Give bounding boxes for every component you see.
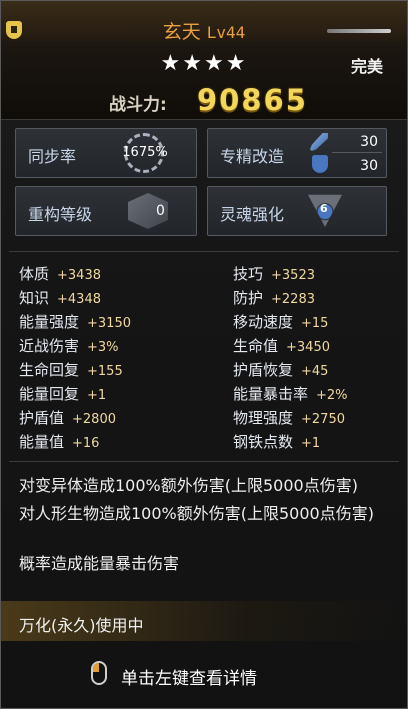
attr-item: 生命值 +3450: [233, 335, 330, 356]
attr-item: 能量强度 +3150: [19, 311, 131, 332]
sync-rate-value: 1675%: [122, 145, 168, 160]
attr-name: 能量强度: [19, 313, 80, 331]
rebuild-label: 重构等级: [28, 205, 93, 224]
attr-value: +3150: [87, 316, 131, 331]
attr-name: 生命值: [233, 337, 279, 355]
shield-icon: [312, 155, 328, 173]
attr-value: +4348: [57, 292, 101, 307]
attr-value: +2283: [271, 292, 315, 307]
item-tooltip: 玄天 Lv44 ★★★★ 完美 战斗力: 90865 同步率 1675% 专精改造…: [0, 0, 408, 709]
attr-item: 技巧 +3523: [233, 263, 315, 284]
attr-value: +3450: [286, 340, 330, 355]
status-bar: 万化(永久)使用中: [1, 601, 407, 641]
attr-item: 生命回复 +155: [19, 359, 123, 380]
attr-item: 移动速度 +15: [233, 311, 328, 332]
enhance-shield-value: 30: [360, 158, 378, 174]
attr-item: 近战伤害 +3%: [19, 335, 119, 356]
soul-box: 灵魂强化 6: [207, 186, 387, 236]
power-value: 90865: [197, 83, 308, 117]
attr-name: 护盾恢复: [233, 361, 294, 379]
attr-name: 生命回复: [19, 361, 80, 379]
attr-name: 能量回复: [19, 385, 80, 403]
item-level: Lv44: [206, 23, 246, 42]
attr-name: 知识: [19, 289, 50, 307]
attr-value: +16: [72, 436, 100, 451]
tooltip-header: 玄天 Lv44 ★★★★ 完美 战斗力: 90865: [1, 1, 407, 120]
attr-name: 近战伤害: [19, 337, 80, 355]
attr-item: 防护 +2283: [233, 287, 315, 308]
divider: [9, 251, 399, 252]
attr-value: +15: [301, 316, 329, 331]
attr-item: 能量回复 +1: [19, 383, 106, 404]
attr-value: +1: [301, 436, 321, 451]
attr-item: 护盾恢复 +45: [233, 359, 328, 380]
effect-text: 对人形生物造成100%额外伤害(上限5000点伤害): [19, 504, 374, 523]
attr-value: +2%: [316, 388, 348, 403]
attr-value: +2750: [301, 412, 345, 427]
details-hint: 单击左键查看详情: [121, 669, 257, 689]
enhance-label: 专精改造: [220, 147, 285, 166]
attr-name: 体质: [19, 265, 50, 283]
attr-item: 知识 +4348: [19, 287, 101, 308]
mouse-left-click-icon: [91, 661, 107, 685]
enhance-weapon-value: 30: [360, 134, 378, 150]
rebuild-box: 重构等级 0: [15, 186, 197, 236]
quality-label: 完美: [350, 57, 383, 76]
attr-name: 能量值: [19, 433, 65, 451]
attr-value: +45: [301, 364, 329, 379]
divider: [9, 461, 399, 462]
attr-item: 钢铁点数 +1: [233, 431, 320, 452]
attr-name: 钢铁点数: [233, 433, 294, 451]
attr-item: 能量暴击率 +2%: [233, 383, 348, 404]
enhance-divider: [332, 152, 382, 153]
effect-text: 概率造成能量暴击伤害: [19, 554, 180, 573]
attr-value: +2800: [72, 412, 116, 427]
star-rating: ★★★★: [160, 51, 248, 76]
attr-value: +3523: [271, 268, 315, 283]
attr-name: 防护: [233, 289, 264, 307]
power-label: 战斗力:: [109, 95, 167, 115]
status-text: 万化(永久)使用中: [19, 616, 144, 635]
sync-rate-box: 同步率 1675%: [15, 128, 197, 178]
enhance-box: 专精改造 30 30: [207, 128, 387, 178]
attr-name: 移动速度: [233, 313, 294, 331]
attr-item: 护盾值 +2800: [19, 407, 116, 428]
attr-item: 能量值 +16: [19, 431, 99, 452]
soul-value: 6: [320, 202, 328, 215]
sync-rate-label: 同步率: [28, 147, 77, 166]
attr-name: 护盾值: [19, 409, 65, 427]
attr-value: +155: [87, 364, 123, 379]
sword-icon: [327, 29, 391, 33]
attr-item: 体质 +3438: [19, 263, 101, 284]
attr-name: 物理强度: [233, 409, 294, 427]
attr-value: +1: [87, 388, 107, 403]
attr-name: 能量暴击率: [233, 385, 309, 403]
soul-label: 灵魂强化: [220, 205, 285, 224]
rebuild-value: 0: [156, 203, 165, 219]
attr-value: +3438: [57, 268, 101, 283]
weapon-icon: [310, 133, 328, 151]
effect-text: 对变异体造成100%额外伤害(上限5000点伤害): [19, 476, 358, 495]
attr-item: 物理强度 +2750: [233, 407, 345, 428]
attr-value: +3%: [87, 340, 119, 355]
item-name-text: 玄天: [162, 21, 201, 43]
attr-name: 技巧: [233, 265, 264, 283]
